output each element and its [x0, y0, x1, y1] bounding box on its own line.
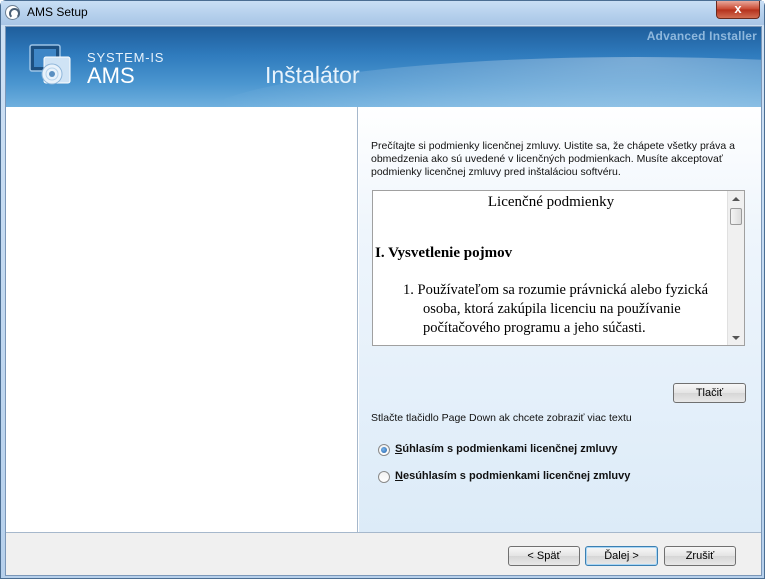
- license-doc-title: Licenčné podmienky: [487, 194, 615, 210]
- close-button[interactable]: x: [716, 1, 760, 19]
- advanced-installer-watermark: Advanced Installer: [646, 29, 757, 43]
- decline-mnemonic: N: [395, 470, 403, 482]
- license-list-item: 1. Používateľom sa rozumie právnická ale…: [403, 282, 709, 336]
- wizard-footer: < Späť Ďalej > Zrušiť: [6, 532, 761, 575]
- product-logo-icon: [29, 44, 71, 85]
- page-title: Inštalátor: [265, 62, 360, 88]
- accept-label-text: úhlasím s podmienkami licenčnej zmluvy: [402, 443, 618, 455]
- setup-window: AMS Setup x Advanced Installer SYSTEM-IS…: [0, 0, 765, 579]
- license-text-box[interactable]: Licenčné podmienky I. Vysvetlenie pojmov…: [372, 190, 745, 346]
- accept-radio-label[interactable]: Súhlasím s podmienkami licenčnej zmluvy: [395, 443, 618, 455]
- pagedown-hint: Stlačte tlačidlo Page Down ak chcete zob…: [371, 412, 632, 424]
- title-bar[interactable]: AMS Setup x: [1, 1, 764, 25]
- scroll-down-arrow-icon[interactable]: [732, 336, 740, 340]
- print-button[interactable]: Tlačiť: [673, 383, 746, 403]
- header-banner: Advanced Installer SYSTEM-IS AMS Inštalá…: [6, 27, 761, 107]
- accept-radio-button[interactable]: [378, 444, 390, 456]
- wizard-client-area: Advanced Installer SYSTEM-IS AMS Inštalá…: [5, 26, 762, 576]
- brand-product: AMS: [87, 63, 135, 88]
- window-title: AMS Setup: [27, 5, 88, 19]
- scroll-thumb[interactable]: [730, 208, 742, 225]
- decline-label-text: esúhlasím s podmienkami licenčnej zmluvy: [402, 470, 631, 482]
- license-section-heading: I. Vysvetlenie pojmov: [375, 245, 513, 261]
- left-side-panel: [6, 107, 358, 532]
- license-panel: Prečítajte si podmienky licenčnej zmluvy…: [359, 107, 761, 532]
- license-document: Licenčné podmienky I. Vysvetlenie pojmov…: [375, 191, 727, 338]
- decline-radio-button[interactable]: [378, 471, 390, 483]
- back-button[interactable]: < Späť: [508, 546, 580, 566]
- cancel-button[interactable]: Zrušiť: [664, 546, 736, 566]
- license-scrollbar[interactable]: [727, 191, 744, 345]
- scroll-up-arrow-icon[interactable]: [732, 197, 740, 201]
- decline-radio-label[interactable]: Nesúhlasím s podmienkami licenčnej zmluv…: [395, 470, 630, 482]
- app-icon: [5, 5, 20, 20]
- license-intro-text: Prečítajte si podmienky licenčnej zmluvy…: [371, 140, 735, 178]
- next-button[interactable]: Ďalej >: [585, 546, 658, 566]
